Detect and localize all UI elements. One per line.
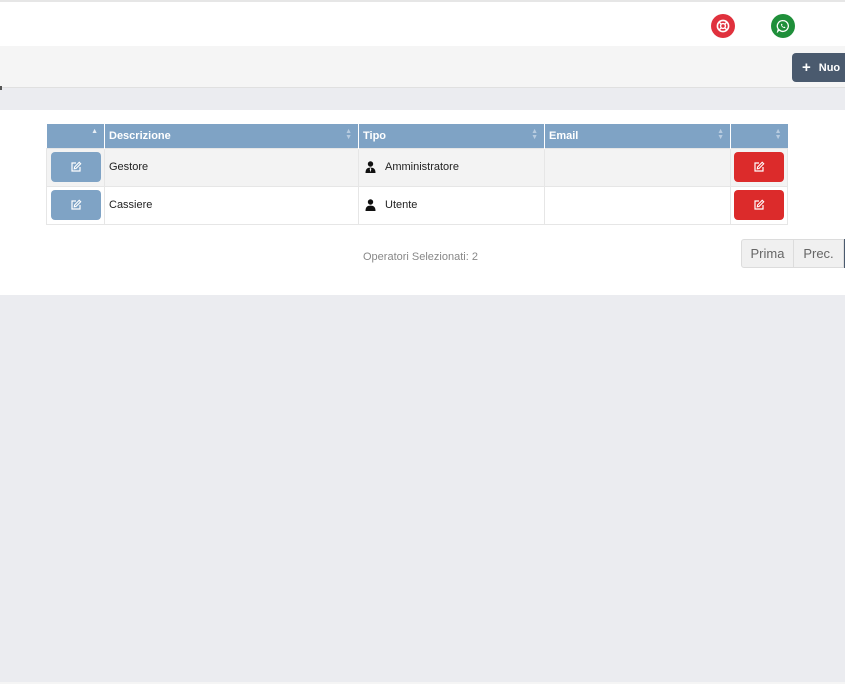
new-operator-button[interactable]: + Nuo <box>792 53 845 82</box>
content-gap <box>0 90 845 110</box>
cell-tipo: Utente <box>358 185 545 225</box>
table-row: Cassiere Utente <box>46 185 788 225</box>
column-header-email[interactable]: Email ▲ ▼ <box>544 124 731 148</box>
edit-icon <box>70 199 81 210</box>
cell-email <box>544 185 731 225</box>
cell-descrizione: Cassiere <box>104 185 359 225</box>
operators-table: ▲ Descrizione ▲▼ Tipo ▲▼ Email ▲▼ ▲▼ <box>46 124 788 225</box>
toolbar <box>0 46 845 88</box>
column-header-descrizione[interactable]: Descrizione ▲ ▼ <box>104 124 359 148</box>
edit-icon <box>754 161 765 172</box>
lifebuoy-icon <box>716 19 730 33</box>
user-icon <box>365 199 376 211</box>
delete-row-button[interactable] <box>734 190 784 220</box>
sort-asc-icon: ▲ <box>91 128 98 135</box>
sort-icon: ▲ ▼ <box>345 128 352 141</box>
new-button-label: Nuo <box>818 61 841 74</box>
support-button[interactable] <box>711 14 735 38</box>
cell-email <box>544 147 731 187</box>
whatsapp-icon <box>776 19 789 33</box>
column-header-actions[interactable]: ▲ <box>46 124 105 148</box>
pager-prev-button[interactable]: Prec. <box>794 239 844 268</box>
edit-row-button[interactable] <box>50 152 101 182</box>
edit-icon <box>70 161 81 172</box>
sort-icon: ▲ ▼ <box>717 128 724 141</box>
plus-icon: + <box>802 59 811 76</box>
delete-row-button[interactable] <box>734 152 784 182</box>
top-header <box>0 2 845 46</box>
cell-tipo: Amministratore <box>358 147 545 187</box>
pagination: Prima Prec. <box>741 239 845 268</box>
table-header-row: ▲ Descrizione ▲ ▼ Tipo ▲ ▼ Email ▲ ▼ ▲ ▼ <box>46 124 788 148</box>
column-header-delete[interactable]: ▲ ▼ <box>730 124 788 148</box>
cell-descrizione: Gestore <box>104 147 359 187</box>
table-row: Gestore Amministratore <box>46 147 788 187</box>
whatsapp-button[interactable] <box>771 14 795 38</box>
edit-row-button[interactable] <box>50 190 101 220</box>
selected-operators-info: Operatori Selezionati: 2 <box>363 251 478 263</box>
user-tie-icon <box>365 161 376 173</box>
sort-icon: ▲ ▼ <box>774 128 782 141</box>
sort-icon: ▲ ▼ <box>531 128 538 141</box>
column-header-tipo[interactable]: Tipo ▲ ▼ <box>358 124 545 148</box>
edit-icon <box>754 199 765 210</box>
pager-first-button[interactable]: Prima <box>741 239 794 268</box>
